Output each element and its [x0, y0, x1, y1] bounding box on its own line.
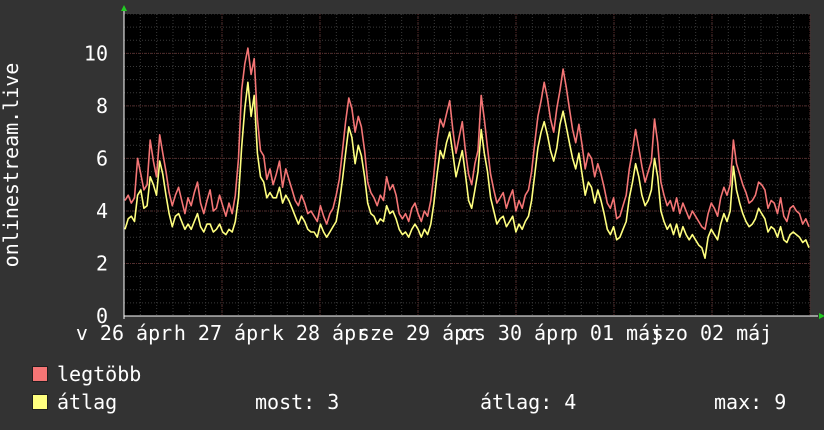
y-tick-label: 2 — [96, 251, 108, 275]
y-axis-label: onlinestream.live — [0, 63, 23, 268]
x-tick-label: k 28 ápr — [272, 321, 368, 345]
stat-atlag: átlag: 4 — [480, 390, 577, 414]
x-tick-label: szo 02 máj — [652, 321, 772, 345]
x-tick-label: cs 30 ápr — [462, 321, 570, 345]
legend-atlag: átlag — [32, 390, 117, 414]
legend-swatch-legtobb — [32, 366, 48, 382]
y-tick-label: 6 — [96, 146, 108, 170]
y-tick-label: 4 — [96, 199, 108, 223]
stat-most: most: 3 — [255, 390, 340, 414]
stat-max: max: 9 — [714, 390, 787, 414]
legend-label-legtobb: legtöbb — [57, 362, 142, 386]
legend-label-atlag: átlag — [57, 390, 118, 414]
y-tick-labels: 0246810 — [84, 41, 108, 328]
y-tick-label: 10 — [84, 41, 108, 65]
y-axis-arrow — [121, 5, 127, 11]
y-tick-label: 8 — [96, 94, 108, 118]
legend-swatch-atlag — [32, 394, 48, 410]
x-tick-labels: v 26 ápr h 27 ápr k 28 áprsze 29 áprcs 30 … — [76, 321, 772, 345]
x-tick-label: p 01 máj — [566, 321, 662, 345]
x-tick-label: sze 29 ápr — [358, 321, 478, 345]
legend-legtobb: legtöbb — [32, 362, 141, 386]
x-tick-label: v 26 ápr — [76, 321, 172, 345]
x-tick-label: h 27 ápr — [174, 321, 270, 345]
x-axis-arrow — [819, 313, 824, 319]
